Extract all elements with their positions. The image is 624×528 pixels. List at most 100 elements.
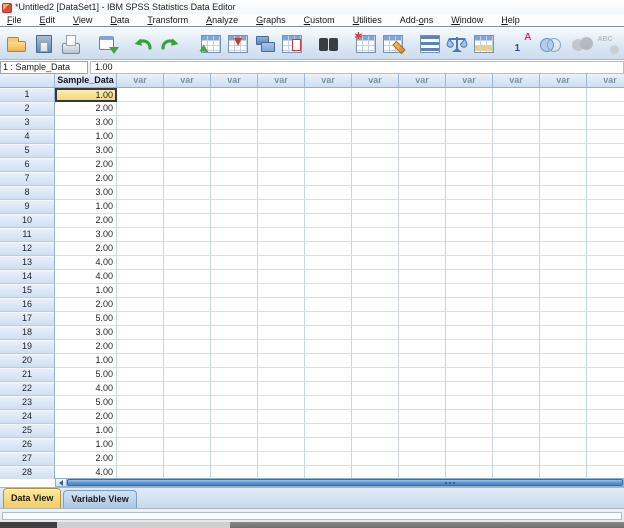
variable-properties-button[interactable]: [278, 30, 305, 58]
empty-cell[interactable]: [540, 172, 587, 186]
empty-cell[interactable]: [305, 172, 352, 186]
empty-cell[interactable]: [258, 270, 305, 284]
empty-cell[interactable]: [587, 312, 624, 326]
empty-cell[interactable]: [399, 186, 446, 200]
empty-cell[interactable]: [211, 312, 258, 326]
empty-cell[interactable]: [587, 172, 624, 186]
empty-cell[interactable]: [352, 214, 399, 228]
empty-cell[interactable]: [305, 270, 352, 284]
show-all-variables-button[interactable]: [568, 30, 595, 58]
data-cell[interactable]: 4.00: [55, 270, 117, 284]
redo-button[interactable]: [156, 30, 183, 58]
empty-cell[interactable]: [164, 186, 211, 200]
row-number[interactable]: 22: [0, 382, 55, 396]
empty-cell[interactable]: [352, 354, 399, 368]
empty-cell[interactable]: [446, 214, 493, 228]
empty-cell[interactable]: [352, 340, 399, 354]
empty-cell[interactable]: [352, 102, 399, 116]
empty-cell[interactable]: [399, 242, 446, 256]
row-number[interactable]: 9: [0, 200, 55, 214]
scrollbar-thumb[interactable]: [67, 479, 623, 486]
empty-cell[interactable]: [258, 88, 305, 102]
column-header-var[interactable]: var: [493, 74, 540, 88]
empty-cell[interactable]: [446, 186, 493, 200]
empty-cell[interactable]: [117, 284, 164, 298]
row-number[interactable]: 6: [0, 158, 55, 172]
empty-cell[interactable]: [164, 354, 211, 368]
insert-cases-button[interactable]: [352, 30, 379, 58]
data-cell[interactable]: 3.00: [55, 144, 117, 158]
empty-cell[interactable]: [446, 368, 493, 382]
empty-cell[interactable]: [587, 270, 624, 284]
empty-cell[interactable]: [117, 312, 164, 326]
empty-cell[interactable]: [211, 144, 258, 158]
empty-cell[interactable]: [399, 214, 446, 228]
empty-cell[interactable]: [305, 158, 352, 172]
empty-cell[interactable]: [587, 410, 624, 424]
empty-cell[interactable]: [211, 116, 258, 130]
menu-data[interactable]: Data: [101, 15, 138, 26]
empty-cell[interactable]: [164, 326, 211, 340]
empty-cell[interactable]: [352, 382, 399, 396]
empty-cell[interactable]: [258, 214, 305, 228]
empty-cell[interactable]: [540, 88, 587, 102]
empty-cell[interactable]: [352, 130, 399, 144]
scroll-left-button[interactable]: [56, 479, 67, 486]
horizontal-scrollbar[interactable]: [55, 478, 624, 487]
empty-cell[interactable]: [493, 410, 540, 424]
empty-cell[interactable]: [352, 424, 399, 438]
empty-cell[interactable]: [164, 340, 211, 354]
empty-cell[interactable]: [117, 368, 164, 382]
empty-cell[interactable]: [117, 242, 164, 256]
empty-cell[interactable]: [540, 312, 587, 326]
empty-cell[interactable]: [211, 410, 258, 424]
empty-cell[interactable]: [305, 102, 352, 116]
insert-variable-button[interactable]: [379, 30, 406, 58]
empty-cell[interactable]: [164, 438, 211, 452]
empty-cell[interactable]: [446, 298, 493, 312]
empty-cell[interactable]: [587, 298, 624, 312]
empty-cell[interactable]: [540, 424, 587, 438]
empty-cell[interactable]: [352, 186, 399, 200]
empty-cell[interactable]: [305, 312, 352, 326]
column-header-var[interactable]: var: [540, 74, 587, 88]
empty-cell[interactable]: [305, 354, 352, 368]
empty-cell[interactable]: [493, 298, 540, 312]
empty-cell[interactable]: [305, 326, 352, 340]
empty-cell[interactable]: [399, 116, 446, 130]
empty-cell[interactable]: [446, 88, 493, 102]
empty-cell[interactable]: [540, 368, 587, 382]
empty-cell[interactable]: [446, 382, 493, 396]
empty-cell[interactable]: [399, 284, 446, 298]
row-number[interactable]: 20: [0, 354, 55, 368]
empty-cell[interactable]: [446, 410, 493, 424]
empty-cell[interactable]: [587, 396, 624, 410]
empty-cell[interactable]: [305, 382, 352, 396]
grid-corner-cell[interactable]: [0, 74, 55, 88]
undo-button[interactable]: [129, 30, 156, 58]
empty-cell[interactable]: [352, 368, 399, 382]
empty-cell[interactable]: [352, 284, 399, 298]
empty-cell[interactable]: [258, 186, 305, 200]
empty-cell[interactable]: [258, 340, 305, 354]
data-cell[interactable]: 3.00: [55, 116, 117, 130]
empty-cell[interactable]: [587, 158, 624, 172]
empty-cell[interactable]: [587, 242, 624, 256]
empty-cell[interactable]: [446, 340, 493, 354]
empty-cell[interactable]: [352, 242, 399, 256]
empty-cell[interactable]: [493, 284, 540, 298]
empty-cell[interactable]: [446, 200, 493, 214]
empty-cell[interactable]: [587, 452, 624, 466]
print-button[interactable]: [57, 30, 84, 58]
empty-cell[interactable]: [352, 410, 399, 424]
empty-cell[interactable]: [493, 186, 540, 200]
column-header-var[interactable]: var: [305, 74, 352, 88]
empty-cell[interactable]: [164, 228, 211, 242]
empty-cell[interactable]: [446, 228, 493, 242]
empty-cell[interactable]: [399, 354, 446, 368]
data-cell[interactable]: 5.00: [55, 396, 117, 410]
row-number[interactable]: 24: [0, 410, 55, 424]
empty-cell[interactable]: [399, 452, 446, 466]
empty-cell[interactable]: [117, 354, 164, 368]
empty-cell[interactable]: [352, 116, 399, 130]
